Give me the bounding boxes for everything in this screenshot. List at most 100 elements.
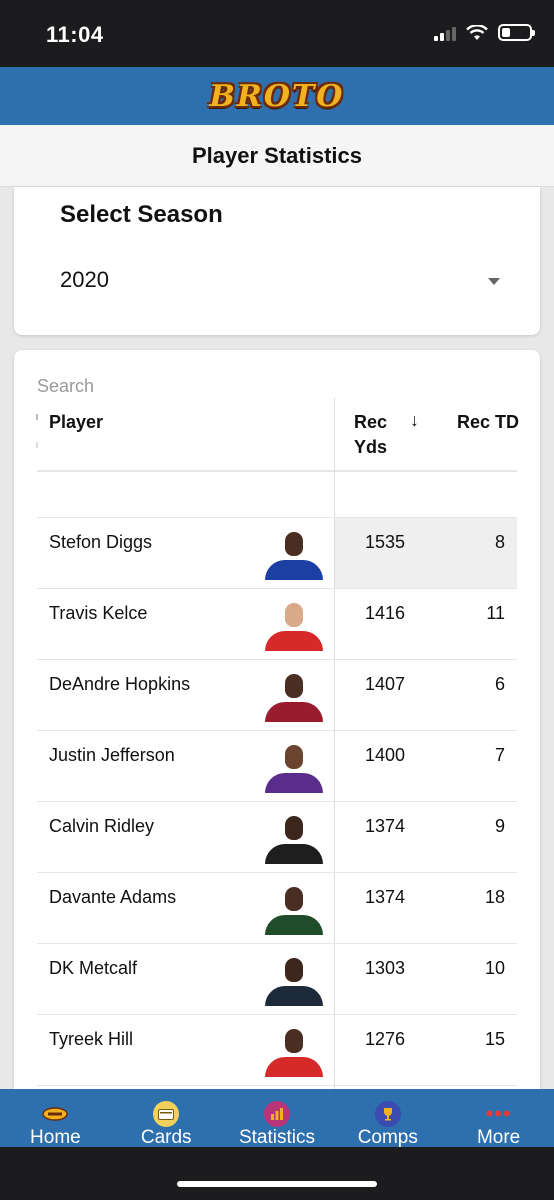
trophy-icon bbox=[374, 1101, 401, 1127]
player-photo-avatar bbox=[265, 601, 323, 651]
player-photo-avatar bbox=[265, 814, 323, 864]
tab-cards[interactable]: Cards bbox=[111, 1089, 222, 1148]
player-head bbox=[285, 745, 303, 769]
season-card: Select Season 2020 bbox=[14, 187, 540, 335]
player-name: Calvin Ridley bbox=[49, 816, 155, 836]
row-highlight bbox=[335, 518, 517, 588]
table-row[interactable]: Justin Jefferson 1400 7 bbox=[37, 731, 517, 802]
filter-row bbox=[37, 472, 517, 518]
wifi-icon bbox=[466, 24, 488, 40]
season-select[interactable]: 2020 bbox=[60, 267, 500, 299]
tab-label: Statistics bbox=[238, 1127, 315, 1148]
player-jersey bbox=[265, 773, 323, 793]
broto-logo[interactable]: BROTO bbox=[210, 79, 345, 114]
stats-table: Player Rec Yds ↓ Rec TD Stefon Diggs 1535… bbox=[36, 398, 519, 1110]
app-header: BROTO bbox=[0, 67, 554, 125]
player-jersey bbox=[265, 1057, 323, 1077]
rec-td-value: 6 bbox=[494, 674, 505, 694]
page-title: Player Statistics bbox=[192, 142, 362, 168]
tab-label: Home bbox=[30, 1127, 81, 1148]
player-head bbox=[285, 674, 303, 698]
rec-td-value: 11 bbox=[486, 603, 505, 623]
season-selected-value: 2020 bbox=[60, 267, 109, 292]
rec-td-value: 7 bbox=[494, 745, 505, 765]
rec-yds-value: 1400 bbox=[364, 745, 406, 765]
player-jersey bbox=[265, 915, 323, 935]
rec-yds-value: 1276 bbox=[364, 1029, 406, 1049]
bar-chart-icon bbox=[263, 1101, 290, 1127]
rec-yds-value: 1535 bbox=[364, 532, 406, 552]
player-photo-avatar bbox=[265, 1027, 323, 1077]
rec-td-value: 10 bbox=[484, 958, 505, 978]
tab-comps[interactable]: Comps bbox=[332, 1089, 443, 1148]
table-row[interactable]: Calvin Ridley 1374 9 bbox=[37, 802, 517, 873]
player-name: DK Metcalf bbox=[49, 958, 138, 978]
player-jersey bbox=[265, 560, 323, 580]
player-jersey bbox=[265, 702, 323, 722]
player-photo-avatar bbox=[265, 885, 323, 935]
rec-yds-value: 1407 bbox=[364, 674, 406, 694]
dropdown-arrow-icon bbox=[488, 278, 500, 285]
table-row[interactable]: Travis Kelce 1416 11 bbox=[37, 589, 517, 660]
player-head bbox=[285, 603, 303, 627]
player-photo-avatar bbox=[265, 956, 323, 1006]
player-head bbox=[285, 816, 303, 840]
home-indicator[interactable] bbox=[177, 1181, 377, 1187]
table-row[interactable]: Stefon Diggs 1535 8 bbox=[37, 518, 517, 589]
player-name: Tyreek Hill bbox=[49, 1029, 134, 1049]
rec-yds-value: 1374 bbox=[364, 816, 406, 836]
column-header-player[interactable]: Player bbox=[49, 410, 103, 435]
table-row[interactable]: DK Metcalf 1303 10 bbox=[37, 944, 517, 1015]
arrow-down-icon[interactable]: ↓ bbox=[410, 410, 419, 431]
bottom-tab-bar: Home Cards Statistics Comps ••• More bbox=[0, 1089, 554, 1149]
table-row[interactable]: DeAndre Hopkins 1407 6 bbox=[37, 660, 517, 731]
table-header: Player Rec Yds ↓ Rec TD bbox=[36, 398, 519, 1110]
title-bar: Player Statistics bbox=[0, 125, 554, 187]
battery-icon bbox=[498, 24, 535, 41]
rec-yds-value: 1374 bbox=[364, 887, 406, 907]
table-row[interactable]: Tyreek Hill 1276 15 bbox=[37, 1015, 517, 1086]
column-edge-marker bbox=[36, 442, 38, 448]
column-header-rec-yds[interactable]: Rec Yds bbox=[354, 410, 394, 460]
column-edge-marker bbox=[36, 414, 38, 420]
status-time: 11:04 bbox=[46, 22, 104, 47]
player-head bbox=[285, 532, 303, 556]
player-name: DeAndre Hopkins bbox=[49, 674, 191, 694]
tab-label: Cards bbox=[140, 1127, 192, 1148]
rec-yds-value: 1303 bbox=[364, 958, 406, 978]
tab-statistics[interactable]: Statistics bbox=[222, 1089, 333, 1148]
player-jersey bbox=[265, 986, 323, 1006]
tab-more[interactable]: ••• More bbox=[443, 1089, 554, 1149]
stats-card: Player Rec Yds ↓ Rec TD Stefon Diggs 1535… bbox=[14, 350, 540, 1110]
tab-home[interactable]: Home bbox=[0, 1089, 111, 1148]
table-row[interactable]: Davante Adams 1374 18 bbox=[37, 873, 517, 944]
rec-td-value: 15 bbox=[484, 1029, 505, 1049]
player-photo-avatar bbox=[265, 672, 323, 722]
column-header-rec-td[interactable]: Rec TD bbox=[457, 410, 519, 435]
player-head bbox=[285, 887, 303, 911]
table-body: Stefon Diggs 1535 8 Travis Kelce 1416 11 DeAnd… bbox=[37, 518, 517, 1086]
rec-td-value: 18 bbox=[484, 887, 505, 907]
player-photo-avatar bbox=[265, 743, 323, 793]
search-input[interactable] bbox=[37, 374, 337, 398]
player-photo-avatar bbox=[265, 530, 323, 580]
card-icon bbox=[153, 1101, 180, 1127]
player-head bbox=[285, 1029, 303, 1053]
status-bar: 11:04 bbox=[0, 0, 554, 67]
tab-label: More bbox=[476, 1127, 521, 1148]
season-label: Select Season bbox=[60, 201, 223, 228]
player-head bbox=[285, 958, 303, 982]
status-icons bbox=[434, 24, 535, 41]
tab-label: Comps bbox=[357, 1127, 418, 1148]
cellular-signal-icon bbox=[434, 25, 456, 41]
home-indicator-area bbox=[0, 1147, 554, 1200]
broto-logo-icon bbox=[42, 1101, 69, 1127]
player-name: Justin Jefferson bbox=[49, 745, 175, 765]
rec-td-value: 8 bbox=[494, 532, 505, 552]
player-name: Davante Adams bbox=[49, 887, 177, 907]
player-name: Travis Kelce bbox=[49, 603, 148, 623]
rec-yds-value: 1416 bbox=[364, 603, 406, 623]
rec-td-value: 9 bbox=[494, 816, 505, 836]
player-jersey bbox=[265, 844, 323, 864]
player-name: Stefon Diggs bbox=[49, 532, 153, 552]
